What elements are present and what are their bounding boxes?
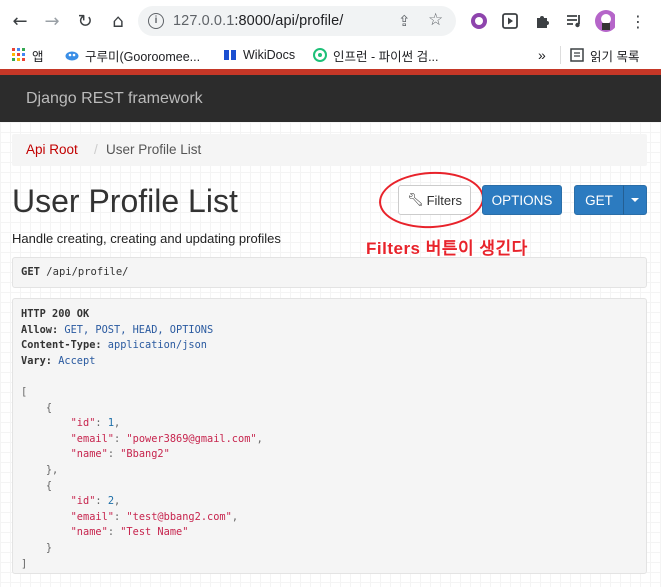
json-key: "id" [70, 417, 96, 430]
bookmark-label: 구루미(Gooroomee... [85, 49, 201, 64]
json-key: "id" [70, 495, 96, 508]
json-key: "email" [70, 432, 115, 445]
response-status: HTTP 200 OK [21, 308, 90, 320]
forward-icon[interactable]: → [40, 9, 64, 33]
bookmark-label: 앱 [32, 49, 44, 64]
cloud-icon [65, 51, 79, 61]
breadcrumb: Api Root / User Profile List [12, 134, 647, 166]
home-icon[interactable]: ⌂ [106, 9, 130, 33]
media-queue-icon[interactable] [565, 11, 585, 31]
url-text[interactable]: 127.0.0.1:8000/api/profile/ [173, 13, 343, 29]
reload-icon[interactable]: ↻ [73, 9, 97, 33]
bookmarks-overflow-button[interactable]: » [538, 46, 546, 64]
json-value: "Test Name" [120, 526, 189, 539]
bookmarks-bar: 앱 구루미(Gooroomee... WikiDocs 인프런 - 파이썬 검.… [0, 42, 661, 68]
caret-down-icon [631, 198, 639, 202]
wikidocs-icon [224, 50, 236, 60]
inflearn-icon [313, 48, 327, 62]
annotation-text: Filters 버튼이 생긴다 [366, 239, 528, 258]
get-format-dropdown[interactable] [623, 185, 647, 215]
bookmark-wikidocs[interactable]: WikiDocs [223, 46, 295, 64]
response-info: HTTP 200 OK Allow: GET, POST, HEAD, OPTI… [12, 298, 647, 574]
request-path: /api/profile/ [46, 266, 129, 278]
header-key: Vary: [21, 354, 52, 367]
json-key: "name" [70, 526, 108, 539]
breadcrumb-api-root-link[interactable]: Api Root [26, 142, 78, 157]
bookmark-label: 인프런 - 파이썬 검... [333, 49, 439, 64]
back-icon[interactable]: ← [8, 9, 32, 33]
json-key: "email" [70, 510, 115, 523]
json-key: "name" [70, 448, 108, 461]
page-description: Handle creating, creating and updating p… [12, 231, 281, 246]
address-bar[interactable]: i 127.0.0.1:8000/api/profile/ ⇪ ☆ [138, 6, 456, 36]
apps-grid-icon [12, 48, 25, 61]
more-menu-icon[interactable]: ⋮ [626, 9, 650, 33]
bookmark-inflearn[interactable]: 인프런 - 파이썬 검... [313, 46, 439, 64]
options-button[interactable]: OPTIONS [482, 185, 562, 215]
extension-player-icon[interactable] [500, 11, 520, 31]
header-key: Content-Type: [21, 339, 102, 352]
get-button[interactable]: GET [574, 185, 624, 215]
browser-toolbar: ← → ↻ ⌂ i 127.0.0.1:8000/api/profile/ ⇪ … [0, 0, 661, 42]
site-info-icon[interactable]: i [148, 13, 164, 29]
reading-list-button[interactable]: 읽기 목록 [560, 46, 639, 64]
header-value: Accept [58, 354, 96, 367]
profile-avatar[interactable] [595, 10, 615, 32]
header-value: GET, POST, HEAD, OPTIONS [64, 323, 214, 336]
bookmark-apps[interactable]: 앱 [12, 46, 44, 64]
json-value: "test@bbang2.com" [126, 510, 232, 523]
request-method: GET [21, 266, 40, 278]
request-info: GET /api/profile/ [12, 257, 647, 288]
extensions-puzzle-icon[interactable] [532, 11, 552, 31]
bookmark-label: » [538, 47, 546, 63]
header-value: application/json [107, 339, 207, 352]
bookmark-gooroomee[interactable]: 구루미(Gooroomee... [65, 46, 200, 64]
json-value: "Bbang2" [120, 448, 170, 461]
extension-ln-icon[interactable] [469, 11, 489, 31]
json-value: "power3869@gmail.com" [126, 432, 257, 445]
drf-navbar: Django REST framework [0, 75, 661, 122]
breadcrumb-separator: / [94, 142, 98, 157]
header-key: Allow: [21, 323, 59, 336]
navbar-brand[interactable]: Django REST framework [26, 90, 203, 108]
breadcrumb-current: User Profile List [106, 142, 202, 157]
bookmark-label: WikiDocs [243, 48, 296, 62]
share-icon[interactable]: ⇪ [398, 12, 411, 30]
bookmark-label: 읽기 목록 [590, 49, 640, 64]
reading-list-icon [570, 48, 584, 62]
page-title: User Profile List [12, 183, 238, 219]
bookmark-star-icon[interactable]: ☆ [428, 10, 443, 30]
